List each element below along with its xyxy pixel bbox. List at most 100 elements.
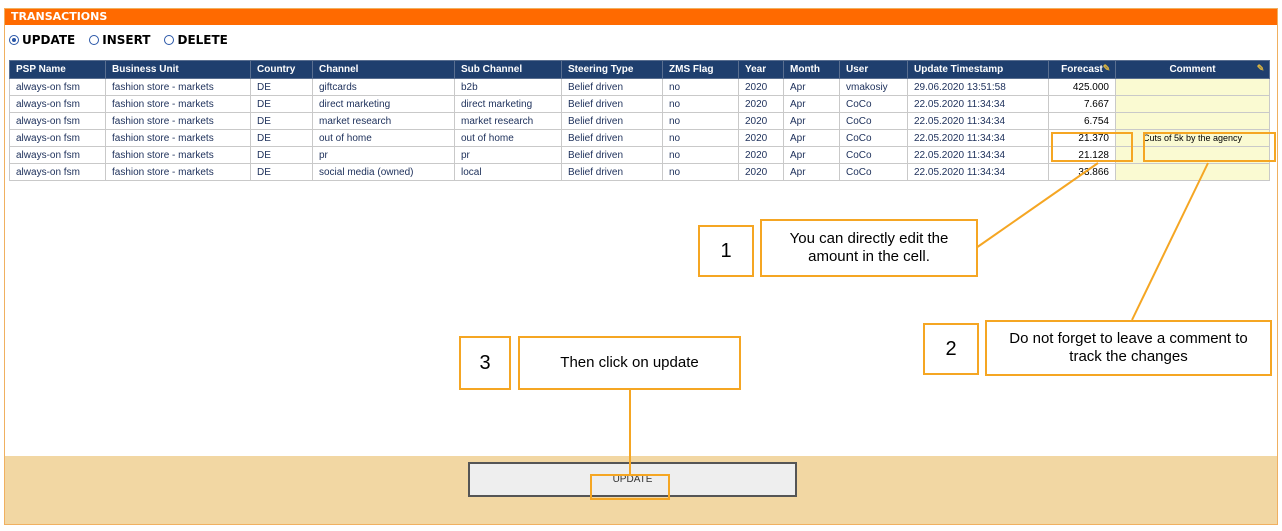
table-row[interactable]: always-on fsm fashion store - markets DE di… [9,95,1270,113]
user-cell: CoCo [839,129,908,147]
col-header[interactable]: Steering Type [561,60,663,79]
sub-channel-cell: direct marketing [454,95,562,113]
annotation-1-number: 1 [698,225,754,277]
year-cell: 2020 [738,163,784,181]
year-cell: 2020 [738,129,784,147]
country-cell: DE [250,112,313,130]
annotation-3-number: 3 [459,336,511,390]
mode-delete-label: DELETE [177,33,228,47]
col-header[interactable]: Country [250,60,313,79]
mode-delete-radio[interactable]: DELETE [164,33,228,47]
forecast-cell[interactable]: 425.000 [1048,78,1116,96]
annotation-highlight-comment [1143,132,1276,162]
business-unit-cell: fashion store - markets [105,95,251,113]
sub-channel-cell: pr [454,146,562,164]
steering-type-cell: Belief driven [561,129,663,147]
col-header-label: Comment [1169,64,1216,75]
update-timestamp-cell: 29.06.2020 13:51:58 [907,78,1049,96]
psp-name-cell: always-on fsm [9,129,106,147]
table-row[interactable]: always-on fsm fashion store - markets DE so… [9,163,1270,181]
annotation-2-text: Do not forget to leave a comment to trac… [985,320,1272,376]
col-header[interactable]: PSP Name [9,60,106,79]
year-cell: 2020 [738,146,784,164]
mode-insert-radio[interactable]: INSERT [89,33,150,47]
steering-type-cell: Belief driven [561,78,663,96]
col-header[interactable]: Sub Channel [454,60,562,79]
update-timestamp-cell: 22.05.2020 11:34:34 [907,95,1049,113]
year-cell: 2020 [738,112,784,130]
sub-channel-cell: local [454,163,562,181]
col-header[interactable]: Channel [312,60,455,79]
channel-cell: pr [312,146,455,164]
country-cell: DE [250,78,313,96]
channel-cell: giftcards [312,78,455,96]
comment-cell[interactable] [1115,95,1270,113]
table-row[interactable]: always-on fsm fashion store - markets DE ma… [9,112,1270,130]
user-cell: CoCo [839,146,908,164]
update-timestamp-cell: 22.05.2020 11:34:34 [907,129,1049,147]
annotation-highlight-forecast [1051,132,1133,162]
comment-cell[interactable] [1115,78,1270,96]
forecast-cell[interactable]: 33.866 [1048,163,1116,181]
year-cell: 2020 [738,95,784,113]
country-cell: DE [250,129,313,147]
forecast-cell[interactable]: 7.667 [1048,95,1116,113]
mode-update-label: UPDATE [22,33,76,47]
business-unit-cell: fashion store - markets [105,146,251,164]
country-cell: DE [250,163,313,181]
psp-name-cell: always-on fsm [9,78,106,96]
psp-name-cell: always-on fsm [9,163,106,181]
business-unit-cell: fashion store - markets [105,163,251,181]
channel-cell: social media (owned) [312,163,455,181]
month-cell: Apr [783,112,840,130]
col-header[interactable]: Month [783,60,840,79]
panel-title: TRANSACTIONS [5,9,1277,25]
col-header[interactable]: User [839,60,908,79]
user-cell: CoCo [839,163,908,181]
mode-insert-label: INSERT [102,33,151,47]
forecast-cell[interactable]: 6.754 [1048,112,1116,130]
channel-cell: market research [312,112,455,130]
steering-type-cell: Belief driven [561,146,663,164]
comment-cell[interactable] [1115,112,1270,130]
zms-flag-cell: no [662,78,739,96]
col-header[interactable]: ZMS Flag [662,60,739,79]
user-cell: CoCo [839,95,908,113]
user-cell: vmakosiy [839,78,908,96]
mode-update-radio[interactable]: UPDATE [9,33,75,47]
table-row[interactable]: always-on fsm fashion store - markets DE gi… [9,78,1270,96]
col-header[interactable]: Year [738,60,784,79]
update-timestamp-cell: 22.05.2020 11:34:34 [907,163,1049,181]
col-header-comment[interactable]: Comment ✎ [1115,60,1270,79]
annotation-1-text: You can directly edit the amount in the … [760,219,978,277]
annotation-3-text: Then click on update [518,336,741,390]
steering-type-cell: Belief driven [561,95,663,113]
month-cell: Apr [783,95,840,113]
business-unit-cell: fashion store - markets [105,112,251,130]
col-header-forecast[interactable]: Forecast ✎ [1048,60,1116,79]
steering-type-cell: Belief driven [561,112,663,130]
business-unit-cell: fashion store - markets [105,78,251,96]
year-cell: 2020 [738,78,784,96]
month-cell: Apr [783,146,840,164]
radio-icon [164,35,175,45]
transactions-table: PSP Name Business Unit Country Channel S… [9,60,1270,181]
country-cell: DE [250,146,313,164]
month-cell: Apr [783,78,840,96]
psp-name-cell: always-on fsm [9,95,106,113]
annotation-highlight-update [590,474,670,500]
transactions-panel: TRANSACTIONS UPDATE INSERT DELETE PSP Na… [4,8,1278,525]
annotation-2-number: 2 [923,323,979,375]
col-header[interactable]: Update Timestamp [907,60,1049,79]
zms-flag-cell: no [662,146,739,164]
user-cell: CoCo [839,112,908,130]
radio-icon [89,35,100,45]
business-unit-cell: fashion store - markets [105,129,251,147]
sub-channel-cell: b2b [454,78,562,96]
month-cell: Apr [783,163,840,181]
col-header-label: Forecast [1061,64,1103,75]
col-header[interactable]: Business Unit [105,60,251,79]
comment-cell[interactable] [1115,163,1270,181]
psp-name-cell: always-on fsm [9,112,106,130]
country-cell: DE [250,95,313,113]
